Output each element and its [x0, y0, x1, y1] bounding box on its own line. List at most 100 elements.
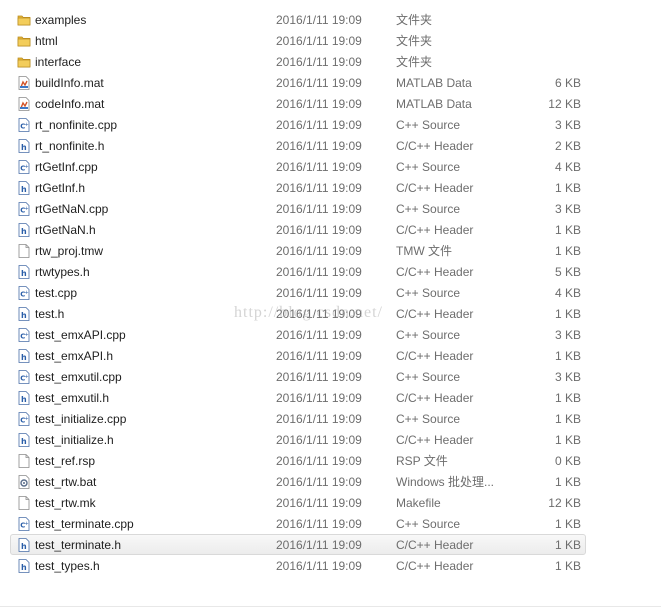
- file-size: 5 KB: [554, 265, 581, 279]
- file-row[interactable]: rtw_proj.tmw 2016/1/11 19:09 TMW 文件 1 KB: [10, 240, 586, 261]
- file-row[interactable]: codeInfo.mat 2016/1/11 19:09 MATLAB Data 12…: [10, 93, 586, 114]
- svg-text:+: +: [25, 374, 29, 380]
- file-size: 1 KB: [554, 349, 581, 363]
- file-row[interactable]: C + rtGetInf.cpp 2016/1/11 19:09 C++ Source 4…: [10, 156, 586, 177]
- file-row[interactable]: C + test_initialize.cpp 2016/1/11 19:09 C++ …: [10, 408, 586, 429]
- file-size: 1 KB: [554, 307, 581, 321]
- file-date: 2016/1/11 19:09: [276, 139, 362, 153]
- file-name: buildInfo.mat: [35, 76, 104, 90]
- file-date: 2016/1/11 19:09: [276, 496, 362, 510]
- file-name: test_initialize.cpp: [35, 412, 127, 426]
- file-size: 1 KB: [554, 391, 581, 405]
- file-row[interactable]: C + test_terminate.cpp 2016/1/11 19:09 C++ S…: [10, 513, 586, 534]
- file-row[interactable]: h rt_nonfinite.h 2016/1/11 19:09 C/C++ Head…: [10, 135, 586, 156]
- file-date: 2016/1/11 19:09: [276, 97, 362, 111]
- file-row[interactable]: h test_initialize.h 2016/1/11 19:09 C/C++ H…: [10, 429, 586, 450]
- blank-file-icon: [17, 454, 31, 468]
- file-date: 2016/1/11 19:09: [276, 517, 362, 531]
- file-type: 文件夹: [396, 55, 433, 69]
- file-size: 6 KB: [554, 76, 581, 90]
- file-date: 2016/1/11 19:09: [276, 181, 362, 195]
- file-row[interactable]: test_rtw.mk 2016/1/11 19:09 Makefile 12 KB: [10, 492, 586, 513]
- file-type: MATLAB Data: [396, 97, 472, 111]
- file-name: rtGetNaN.cpp: [35, 202, 109, 216]
- file-size: 3 KB: [554, 202, 581, 216]
- file-type: C/C++ Header: [396, 559, 474, 573]
- h-file-icon: h: [17, 139, 31, 153]
- file-date: 2016/1/11 19:09: [276, 13, 362, 27]
- blank-file-icon: [17, 496, 31, 510]
- file-type: 文件夹: [396, 34, 433, 48]
- file-name: rtGetInf.cpp: [35, 160, 98, 174]
- file-row[interactable]: h test_terminate.h 2016/1/11 19:09 C/C++ He…: [10, 534, 586, 555]
- file-size: 1 KB: [554, 412, 581, 426]
- cpp-file-icon: C +: [17, 202, 31, 216]
- bottom-border: [0, 606, 661, 607]
- file-type: Windows 批处理...: [396, 475, 495, 489]
- file-type: MATLAB Data: [396, 76, 472, 90]
- file-row[interactable]: interface 2016/1/11 19:09 文件夹: [10, 51, 586, 72]
- file-row[interactable]: h test_emxAPI.h 2016/1/11 19:09 C/C++ Heade…: [10, 345, 586, 366]
- cpp-file-icon: C +: [17, 517, 31, 531]
- svg-text:h: h: [21, 269, 27, 278]
- folder-icon: [17, 34, 31, 48]
- mat-file-icon: [17, 97, 31, 111]
- file-type: C++ Source: [396, 328, 461, 342]
- cpp-file-icon: C +: [17, 160, 31, 174]
- file-name: test_terminate.cpp: [35, 517, 134, 531]
- file-row[interactable]: C + test_emxutil.cpp 2016/1/11 19:09 C++ Sou…: [10, 366, 586, 387]
- file-row[interactable]: examples 2016/1/11 19:09 文件夹: [10, 9, 586, 30]
- file-row[interactable]: C + test.cpp 2016/1/11 19:09 C++ Source 4 KB: [10, 282, 586, 303]
- svg-text:h: h: [21, 185, 27, 194]
- file-row[interactable]: buildInfo.mat 2016/1/11 19:09 MATLAB Data 6…: [10, 72, 586, 93]
- file-row[interactable]: C + rtGetNaN.cpp 2016/1/11 19:09 C++ Source 3…: [10, 198, 586, 219]
- file-name: codeInfo.mat: [35, 97, 105, 111]
- file-name: interface: [35, 55, 82, 69]
- file-type: RSP 文件: [396, 454, 448, 468]
- file-size: 1 KB: [554, 181, 581, 195]
- file-row[interactable]: h rtGetInf.h 2016/1/11 19:09 C/C++ Header 1 …: [10, 177, 586, 198]
- file-date: 2016/1/11 19:09: [276, 76, 362, 90]
- file-type: C++ Source: [396, 118, 461, 132]
- file-date: 2016/1/11 19:09: [276, 433, 362, 447]
- file-row[interactable]: html 2016/1/11 19:09 文件夹: [10, 30, 586, 51]
- file-name: test_emxutil.cpp: [35, 370, 122, 384]
- file-row[interactable]: C + test_emxAPI.cpp 2016/1/11 19:09 C++ Sour…: [10, 324, 586, 345]
- file-size: 4 KB: [554, 160, 581, 174]
- file-date: 2016/1/11 19:09: [276, 370, 362, 384]
- file-type: C/C++ Header: [396, 265, 474, 279]
- file-row[interactable]: h test.h 2016/1/11 19:09 C/C++ Header 1 KB: [10, 303, 586, 324]
- file-row[interactable]: test_rtw.bat 2016/1/11 19:09 Windows 批处理..…: [10, 471, 586, 492]
- file-row[interactable]: h test_emxutil.h 2016/1/11 19:09 C/C++ Head…: [10, 387, 586, 408]
- file-type: C/C++ Header: [396, 139, 474, 153]
- file-type: C++ Source: [396, 517, 461, 531]
- file-row[interactable]: test_ref.rsp 2016/1/11 19:09 RSP 文件 0 KB: [10, 450, 586, 471]
- file-type: C/C++ Header: [396, 181, 474, 195]
- file-date: 2016/1/11 19:09: [276, 559, 362, 573]
- file-name: test.h: [35, 307, 65, 321]
- file-name: rtGetNaN.h: [35, 223, 96, 237]
- file-row[interactable]: C + rt_nonfinite.cpp 2016/1/11 19:09 C++ Sou…: [10, 114, 586, 135]
- cpp-file-icon: C +: [17, 370, 31, 384]
- file-date: 2016/1/11 19:09: [276, 118, 362, 132]
- file-size: 3 KB: [554, 328, 581, 342]
- h-file-icon: h: [17, 559, 31, 573]
- cpp-file-icon: C +: [17, 412, 31, 426]
- svg-text:+: +: [25, 122, 29, 128]
- file-type: C/C++ Header: [396, 538, 474, 552]
- file-row[interactable]: h test_types.h 2016/1/11 19:09 C/C++ Header…: [10, 555, 586, 576]
- file-name: rt_nonfinite.h: [35, 139, 105, 153]
- file-row[interactable]: h rtwtypes.h 2016/1/11 19:09 C/C++ Header 5 …: [10, 261, 586, 282]
- svg-text:h: h: [21, 437, 27, 446]
- svg-text:+: +: [25, 521, 29, 527]
- file-date: 2016/1/11 19:09: [276, 328, 362, 342]
- file-name: rtwtypes.h: [35, 265, 90, 279]
- file-date: 2016/1/11 19:09: [276, 223, 362, 237]
- h-file-icon: h: [17, 391, 31, 405]
- svg-text:h: h: [21, 395, 27, 404]
- file-name: test_emxutil.h: [35, 391, 110, 405]
- file-type: TMW 文件: [396, 244, 452, 258]
- file-size: 1 KB: [554, 517, 581, 531]
- file-size: 1 KB: [554, 433, 581, 447]
- file-row[interactable]: h rtGetNaN.h 2016/1/11 19:09 C/C++ Header 1 …: [10, 219, 586, 240]
